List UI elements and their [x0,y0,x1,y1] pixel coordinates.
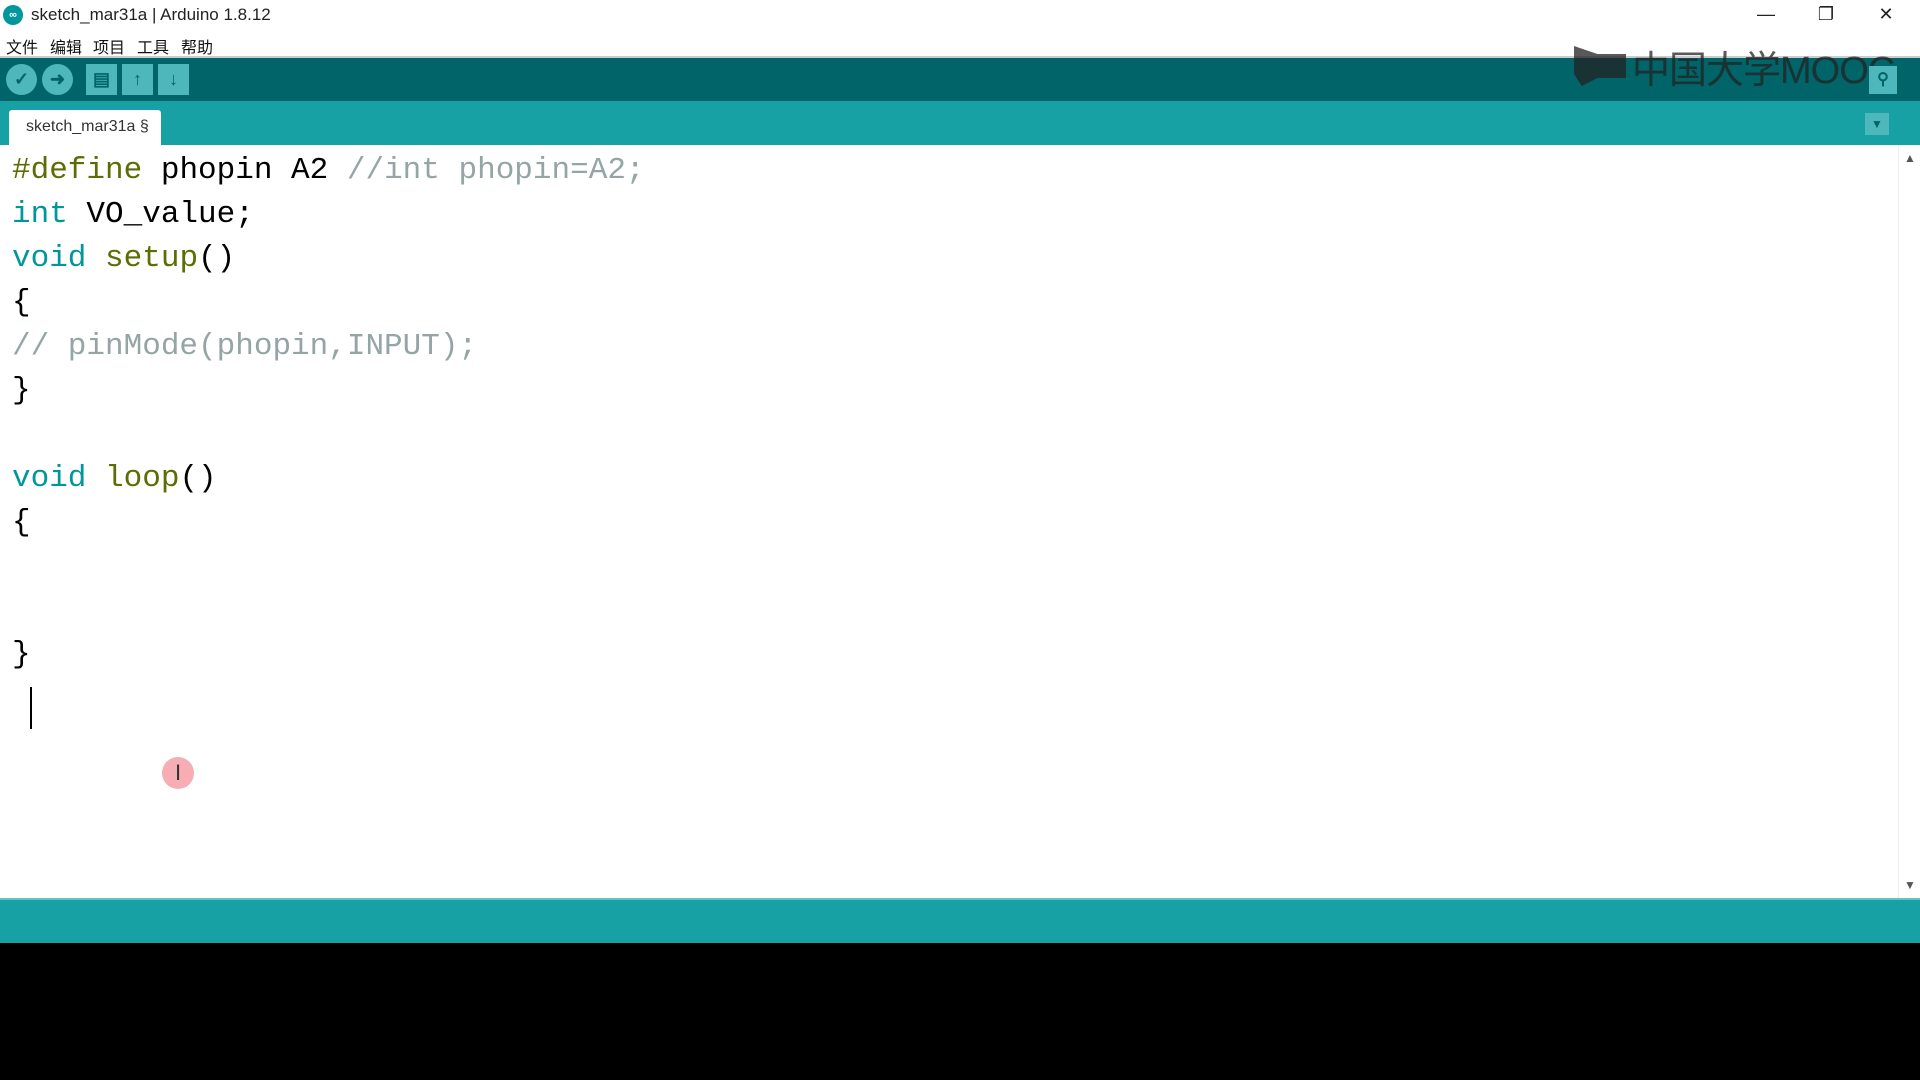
code-token: //int phopin=A2; [346,153,645,188]
code-token: } [12,373,31,408]
title-bar: ∞ sketch_mar31a | Arduino 1.8.12 — ❐ ✕ [0,0,1920,30]
code-token: { [12,285,31,320]
code-token: () [198,241,236,276]
code-token: () [179,461,217,496]
watermark-text: 中国大学MOOC [1632,49,1895,92]
code-token: phopin A2 [142,153,347,188]
code-line[interactable]: } [12,633,645,677]
mooc-watermark: 中国大学MOOC [1574,44,1895,92]
close-button[interactable]: ✕ [1856,0,1916,30]
code-line[interactable] [12,413,645,457]
scroll-down-icon[interactable]: ▼ [1904,878,1916,892]
menu-sketch[interactable]: 项目 [93,34,125,58]
new-button[interactable]: ▤ [86,64,117,95]
minimize-button[interactable]: — [1736,0,1796,30]
code-token: loop [105,461,180,496]
tab-sketch[interactable]: sketch_mar31a § [9,110,161,145]
tab-bar: sketch_mar31a § ▼ [0,101,1920,145]
code-line[interactable]: { [12,281,645,325]
tab-menu-button[interactable]: ▼ [1865,113,1889,135]
text-caret [30,687,32,729]
restore-button[interactable]: ❐ [1796,0,1856,30]
menu-help[interactable]: 帮助 [181,34,213,58]
code-token: } [12,637,31,672]
status-bar [0,898,1920,943]
code-line[interactable] [12,589,645,633]
code-line[interactable]: #define phopin A2 //int phopin=A2; [12,149,645,193]
code-line[interactable]: // pinMode(phopin,INPUT); [12,325,645,369]
code-line[interactable]: } [12,369,645,413]
code-token: int [12,197,68,232]
upload-button[interactable]: ➜ [42,64,73,95]
code-token: #define [12,153,143,188]
serial-monitor-button[interactable]: ⚲ [1869,66,1897,94]
code-editor[interactable]: #define phopin A2 //int phopin=A2; int VO… [0,145,1920,898]
window-title: sketch_mar31a | Arduino 1.8.12 [31,5,271,24]
code-line[interactable]: int VO_value; [12,193,645,237]
arduino-logo-icon: ∞ [3,5,23,25]
code-token: { [12,505,31,540]
code-content[interactable]: #define phopin A2 //int phopin=A2; int VO… [12,149,645,677]
mouse-cursor-icon: I [162,757,194,789]
code-token: // pinMode(phopin,INPUT); [12,329,478,364]
code-line[interactable] [12,545,645,589]
code-line[interactable]: void setup() [12,237,645,281]
code-token: VO_value; [67,197,254,232]
menu-file[interactable]: 文件 [6,34,38,58]
scroll-up-icon[interactable]: ▲ [1904,151,1916,165]
code-token: void [12,241,87,276]
menu-edit[interactable]: 编辑 [50,34,82,58]
verify-button[interactable]: ✓ [6,64,37,95]
book-logo-icon [1574,46,1626,86]
vertical-scrollbar[interactable]: ▲ ▼ [1898,145,1920,898]
code-token: void [12,461,87,496]
code-line[interactable]: { [12,501,645,545]
menu-tools[interactable]: 工具 [137,34,169,58]
code-line[interactable]: void loop() [12,457,645,501]
save-button[interactable]: ↓ [158,64,189,95]
open-button[interactable]: ↑ [122,64,153,95]
code-token: setup [105,241,199,276]
